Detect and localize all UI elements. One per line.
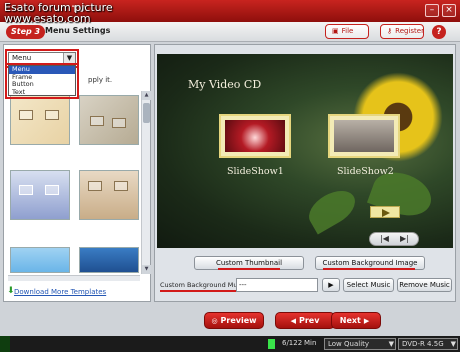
scroll-thumb[interactable] [143, 103, 150, 123]
slideshow-image [334, 120, 394, 152]
play-icon [382, 209, 390, 217]
annotation-underline [160, 290, 238, 292]
status-strip [0, 336, 10, 352]
quality-value: Low Quality [328, 340, 370, 348]
watermark-line-2: www.esato.com [4, 12, 91, 25]
next-button-label: Next [339, 316, 361, 325]
slideshow-image [225, 120, 285, 152]
thumb-frame [19, 185, 33, 195]
arrow-left-icon: ◀ [290, 317, 296, 325]
thumb-frame [45, 185, 59, 195]
thumb-frame [88, 181, 102, 191]
template-thumbnail[interactable] [10, 170, 70, 220]
register-button-label: Register [395, 27, 424, 35]
template-thumbnail[interactable] [79, 95, 139, 145]
step-badge: Step 3 [6, 25, 46, 39]
template-thumbnail[interactable] [10, 95, 70, 145]
disc-type-select[interactable]: DVD-R 4.5G ▼ [398, 338, 458, 350]
download-templates-link[interactable]: Download More Templates [14, 288, 106, 296]
thumb-frame [90, 116, 104, 126]
last-page-icon[interactable]: ▶| [400, 234, 409, 243]
thumb-frame [114, 181, 128, 191]
preview-icon: ◎ [211, 317, 218, 325]
arrow-right-icon: ▶ [363, 317, 370, 325]
download-icon: ⬇ [7, 286, 15, 296]
disc-usage-bar [268, 339, 275, 349]
close-icon[interactable]: × [442, 4, 456, 17]
preview-button[interactable]: ◎ Preview [204, 312, 264, 329]
dropdown-highlight [5, 63, 79, 99]
chevron-down-icon[interactable]: ▼ [451, 339, 456, 349]
template-thumbnail[interactable] [10, 247, 70, 273]
background-music-field[interactable]: --- [236, 278, 318, 292]
slideshow-thumbnail-2[interactable] [328, 114, 400, 158]
scroll-up-icon[interactable]: ▲ [142, 91, 151, 100]
folder-icon: ▣ [332, 27, 339, 35]
play-icon: ▶ [328, 281, 334, 289]
slideshow-label-1[interactable]: SlideShow1 [227, 166, 284, 177]
play-nav-button[interactable] [370, 206, 400, 218]
quality-select[interactable]: Low Quality ▼ [324, 338, 396, 350]
duration-unit: Min [304, 339, 317, 347]
menu-preview: My Video CD SlideShow1 SlideShow2 [157, 54, 453, 248]
video-title[interactable]: My Video CD [188, 78, 261, 91]
preview-button-label: Preview [220, 316, 257, 325]
minimize-icon[interactable]: – [425, 4, 439, 17]
thumb-frame [112, 118, 126, 128]
slideshow-thumbnail-1[interactable] [219, 114, 291, 158]
thumb-frame [19, 110, 33, 120]
horizontal-scrollbar[interactable] [8, 275, 140, 281]
register-button[interactable]: ⚷ Register [380, 24, 424, 39]
first-page-icon[interactable]: |◀ [380, 234, 389, 243]
page-navigator: |◀ ▶| [369, 232, 419, 246]
select-music-button[interactable]: Select Music [343, 278, 394, 292]
template-panel: Menu ▼ Menu Frame Button Text pply it. ▲… [3, 44, 151, 302]
step-title: Menu Settings [45, 26, 111, 35]
prev-button[interactable]: ◀ Prev [275, 312, 335, 329]
file-button-label: File [341, 27, 354, 35]
leaf-image [302, 183, 362, 235]
apply-hint: pply it. [88, 76, 113, 84]
disc-type-value: DVD-R 4.5G [402, 340, 444, 348]
template-scrollbar[interactable]: ▲ ▼ [141, 91, 151, 274]
prev-button-label: Prev [298, 316, 320, 325]
scroll-down-icon[interactable]: ▼ [142, 265, 151, 274]
remove-music-button[interactable]: Remove Music [397, 278, 452, 292]
key-icon: ⚷ [387, 27, 393, 35]
help-button[interactable]: ? [432, 25, 446, 39]
next-button[interactable]: Next ▶ [331, 312, 381, 329]
file-button[interactable]: ▣ File [325, 24, 369, 39]
play-music-button[interactable]: ▶ [322, 278, 340, 292]
annotation-underline [218, 268, 280, 270]
duration-count: 6/122 [282, 339, 303, 347]
thumb-frame [45, 110, 59, 120]
slideshow-label-2[interactable]: SlideShow2 [337, 166, 394, 177]
step-bar: Step 3 Menu Settings ▣ File ⚷ Register ? [0, 22, 460, 42]
chevron-down-icon[interactable]: ▼ [389, 339, 394, 349]
annotation-underline [323, 268, 415, 270]
template-thumbnail[interactable] [79, 247, 139, 273]
template-thumbnail[interactable] [79, 170, 139, 220]
